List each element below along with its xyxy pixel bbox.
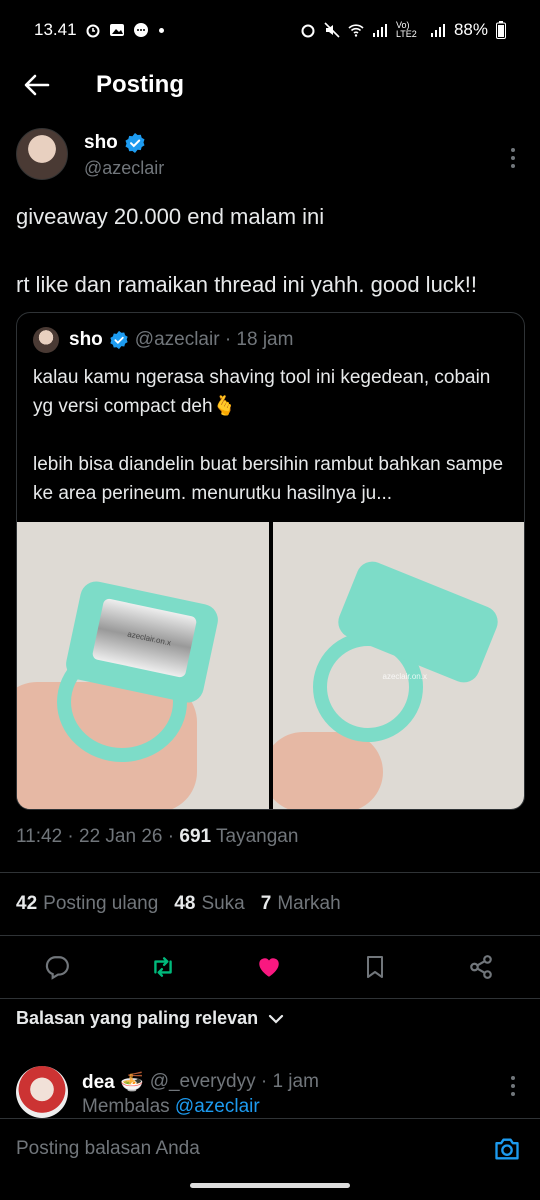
- watermark: azeclair.on.x: [382, 672, 427, 681]
- replies-sort-dropdown[interactable]: Balasan yang paling relevan: [16, 1008, 284, 1029]
- more-options-icon[interactable]: [506, 146, 520, 170]
- replying-to: Membalas @azeclair: [82, 1096, 260, 1117]
- repost-icon: [154, 957, 172, 977]
- more-options-icon[interactable]: [506, 1074, 520, 1098]
- arrow-left-icon: [24, 74, 50, 96]
- main-post: sho @azeclair giveaway 20.000 end malam …: [0, 128, 540, 999]
- status-time: 13.41: [34, 20, 77, 39]
- heart-icon: [259, 958, 279, 977]
- reply-item[interactable]: dea 🍜 @_everydyy · 1 jam Membalas @azecl…: [16, 1066, 524, 1118]
- avatar[interactable]: [16, 1066, 68, 1118]
- mute-icon: [324, 22, 340, 38]
- alarm-icon: [301, 24, 315, 38]
- media-image-2[interactable]: azeclair.on.x: [272, 522, 524, 809]
- reposts-stat[interactable]: 42 Posting ulang: [16, 893, 158, 915]
- bookmark-icon: [367, 956, 383, 978]
- replies-heading: Balasan yang paling relevan: [16, 1008, 259, 1028]
- home-indicator[interactable]: [190, 1183, 350, 1188]
- avatar[interactable]: [16, 128, 68, 180]
- quote-author-name: sho: [69, 329, 103, 350]
- bookmark-button[interactable]: [358, 950, 392, 984]
- post-time: 11:42 · 22 Jan 26 ·: [16, 826, 180, 847]
- gallery-icon: [109, 24, 124, 36]
- message-icon: [133, 23, 148, 37]
- network-label: Vo) LTE2: [395, 20, 417, 39]
- bookmarks-stat[interactable]: 7 Markah: [261, 893, 341, 915]
- reply-input[interactable]: [16, 1137, 490, 1160]
- like-button[interactable]: [252, 950, 286, 984]
- quoted-post[interactable]: sho @azeclair · 18 jam kalau kamu ngeras…: [16, 312, 525, 810]
- share-icon: [470, 955, 492, 979]
- post-timestamp: 11:42 · 22 Jan 26 · 691 Tayangan: [16, 826, 524, 848]
- verified-badge-icon: [110, 330, 128, 350]
- post-stats: 42 Posting ulang 48 Suka 7 Markah: [16, 873, 524, 935]
- camera-button[interactable]: [490, 1132, 524, 1166]
- signal-icon: [430, 24, 445, 37]
- post-actions: [16, 936, 524, 998]
- camera-icon: [495, 1138, 519, 1160]
- page-title: Posting: [96, 71, 184, 98]
- battery-level: 88%: [453, 20, 488, 39]
- post-text: giveaway 20.000 end malam ini rt like da…: [16, 204, 478, 297]
- media-image-1[interactable]: azeclair.on.x: [17, 522, 269, 809]
- alarm-icon: [86, 24, 100, 38]
- quote-text: kalau kamu ngerasa shaving tool ini kege…: [33, 367, 504, 504]
- views-count: 691: [179, 826, 212, 847]
- quote-avatar: [33, 327, 59, 353]
- back-button[interactable]: [2, 60, 72, 110]
- quote-meta: @azeclair · 18 jam: [134, 329, 294, 350]
- divider: [0, 998, 540, 999]
- signal-icon: [372, 24, 387, 37]
- battery-icon: [496, 21, 506, 39]
- reply-author-name[interactable]: dea 🍜: [82, 1070, 144, 1094]
- replying-to-handle[interactable]: @azeclair: [175, 1096, 260, 1117]
- repost-button[interactable]: [146, 950, 180, 984]
- verified-badge-icon: [125, 133, 145, 153]
- author-handle[interactable]: @azeclair: [84, 158, 164, 179]
- top-app-bar: Posting: [0, 60, 540, 110]
- share-button[interactable]: [464, 950, 498, 984]
- reply-button[interactable]: [40, 950, 74, 984]
- status-bar: 13.41 Vo) LTE2 88%: [0, 0, 540, 60]
- author-name[interactable]: sho: [84, 132, 118, 154]
- chevron-down-icon: [269, 1014, 284, 1024]
- reply-icon: [45, 956, 69, 980]
- post-author: sho @azeclair: [16, 128, 524, 192]
- quote-media: azeclair.on.x azeclair.on.x: [17, 522, 524, 809]
- views-label[interactable]: Tayangan: [211, 826, 298, 847]
- reply-compose-bar: [0, 1118, 540, 1178]
- likes-stat[interactable]: 48 Suka: [174, 893, 244, 915]
- wifi-icon: [348, 24, 364, 37]
- reply-meta: @_everydyy · 1 jam: [149, 1071, 319, 1092]
- notification-dot: [158, 27, 164, 33]
